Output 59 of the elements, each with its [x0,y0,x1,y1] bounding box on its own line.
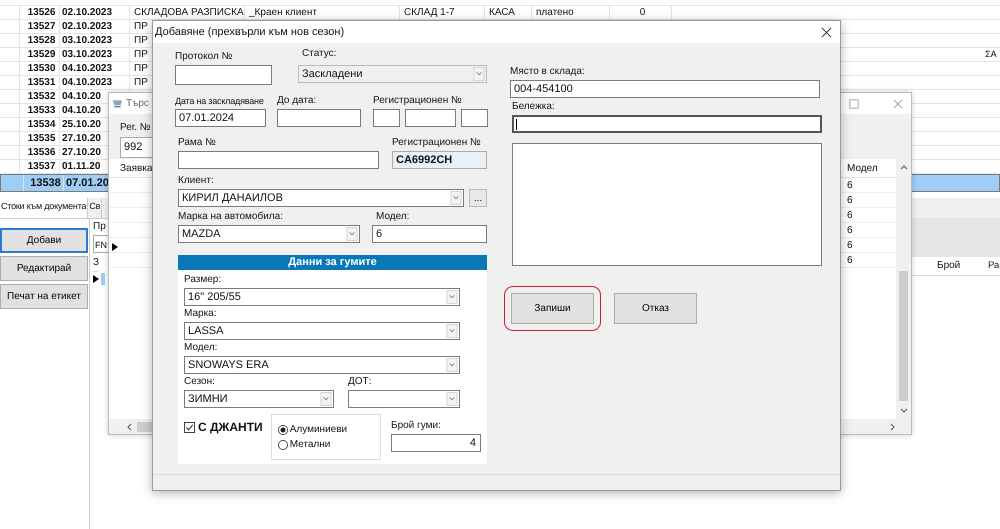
table-cell: 02.10.2023 [60,6,130,19]
table-cell: 13538 [24,175,64,191]
table-cell: СКЛАД 1-7 [400,6,485,19]
column-header: Ра [988,260,1000,271]
table-cell-text: 6 [846,194,854,206]
field-label: Регистрационен № [373,95,463,107]
field-label: Регистрационен № [392,137,482,149]
table-cell: 13532 [20,90,60,103]
table-cell: 13527 [20,20,60,33]
field-label: Място в склада: [510,66,586,78]
table-cell: 13537 [20,160,60,173]
section-header: Данни за гумите [178,255,487,270]
table-cell-text: 6 [846,240,854,250]
table-cell: 03.10.2023 [60,48,130,61]
table-cell: 13526 [20,6,60,19]
table-cell: 03.10.2023 [60,34,130,47]
field-label: Модел: [184,342,218,354]
field-label: ДОТ: [348,376,372,388]
column-header: З [93,257,100,268]
table-cell: 13530 [20,62,60,75]
table-cell-text: 6 [846,210,854,220]
table-cell: 02.10.2023 [60,20,130,33]
table-cell: 04.10.2023 [60,76,130,89]
table-cell: 13533 [20,104,60,117]
radio-label: Алуминиеви [290,424,348,435]
table-cell: ΣΑ [984,48,997,61]
table-cell: 13536 [20,146,60,159]
field-label: Бележка: [512,101,556,113]
field-label: Протокол № [175,51,234,63]
field-label: Сезон: [184,376,216,388]
filter-label: Пр [93,221,106,233]
field-label: Клиент: [178,175,215,187]
field-label: Размер: [184,274,222,286]
table-cell: 13531 [20,76,60,89]
field-label: Модел: [376,211,410,223]
radio-label: Метални [290,439,330,450]
table-cell: 13535 [20,132,60,145]
field-label: Рама № [178,137,217,149]
table-cell: 0 [610,6,672,19]
field-label: Брой гуми: [391,420,442,432]
table-cell: 13529 [20,48,60,61]
table-cell-text: 6 [846,254,854,266]
table-cell: СКЛАДОВА РАЗПИСКА [130,6,245,19]
field-label: Статус: [302,48,338,60]
table-cell: 04.10.2023 [60,62,130,75]
checkbox-label: С ДЖАНТИ [198,420,263,434]
column-header: Модел [846,162,879,174]
field-label: Дата на заскладяване [175,95,265,107]
table-cell: платено [532,6,610,19]
field-label: Марка: [184,308,218,320]
field-label: Марка на автомобила: [178,211,284,223]
table-cell: 13528 [20,34,60,47]
table-cell: _Краен клиент [245,6,400,19]
field-label: До дата: [277,95,318,107]
table-cell: 13534 [20,118,60,131]
column-header: Брой [937,260,960,271]
table-cell: КАСА [485,6,532,19]
table-cell-text: 6 [846,180,854,190]
table-cell-text: 6 [846,224,854,236]
